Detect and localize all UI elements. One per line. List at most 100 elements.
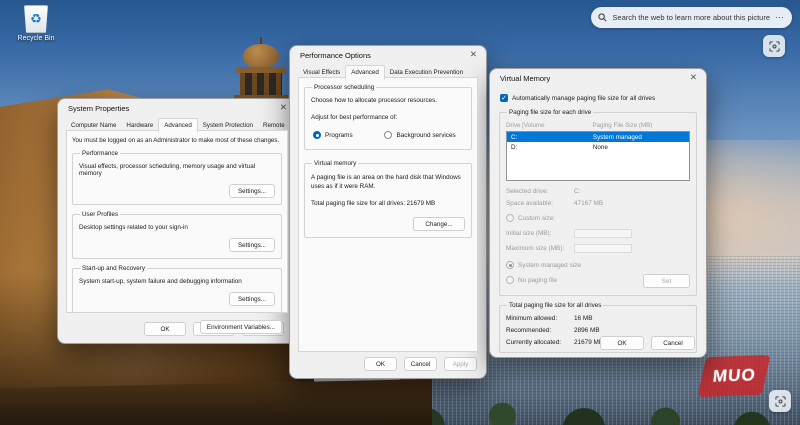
custom-size-label: Custom size: (518, 215, 555, 222)
user-profiles-group: User Profiles Desktop settings related t… (72, 214, 282, 259)
radio-custom-size[interactable]: Custom size: (506, 214, 555, 222)
recycle-glyph: ♻ (30, 13, 42, 26)
group-title: User Profiles (80, 211, 120, 218)
more-options-icon[interactable]: ⋯ (775, 13, 784, 22)
paging-file-desc: A paging file is an area on the hard dis… (311, 173, 465, 191)
spotlight-icon (775, 396, 786, 407)
dialog-title: Virtual Memory (500, 74, 550, 83)
group-title: Virtual memory (312, 160, 358, 167)
radio-programs-label: Programs (325, 132, 353, 139)
drive-letter: D: (511, 144, 593, 151)
recycle-bin-icon: ♻ (23, 5, 49, 33)
drive-row-d[interactable]: D: None (507, 142, 689, 152)
checkbox-checked-icon: ✓ (500, 94, 508, 102)
drive-list-header: Drive [Volume Paging File Size (MB) (506, 122, 690, 129)
paging-file-group: Paging file size for each drive Drive [V… (499, 112, 697, 296)
change-button[interactable]: Change... (413, 217, 465, 231)
drive-list[interactable]: C: System managed D: None (506, 131, 690, 181)
performance-settings-button[interactable]: Settings... (229, 184, 275, 198)
auto-manage-checkbox[interactable]: ✓ Automatically manage paging file size … (500, 94, 696, 102)
drive-paging-size: System managed (593, 134, 642, 141)
set-button[interactable]: Set (643, 274, 690, 288)
radio-dot (506, 261, 514, 269)
muo-logo: MUO (697, 355, 770, 397)
size-column-header: Paging File Size (MB) (592, 122, 652, 129)
group-title: Start-up and Recovery (80, 265, 147, 272)
currently-allocated-label: Currently allocated: (506, 339, 574, 346)
space-available-value: 47167 MB (574, 200, 603, 207)
dialog-buttons: OK Cancel (600, 336, 695, 350)
environment-variables-button[interactable]: Environment Variables... (200, 320, 282, 334)
user-profiles-settings-button[interactable]: Settings... (229, 238, 275, 252)
recycle-bin-label: Recycle Bin (10, 35, 62, 42)
performance-options-dialog: Performance Options ✕ Visual Effects Adv… (289, 45, 487, 379)
minimum-allowed-label: Minimum allowed: (506, 315, 574, 322)
admin-note: You must be logged on as an Administrato… (72, 137, 282, 144)
radio-dot (384, 131, 392, 139)
radio-programs[interactable]: Programs (313, 131, 384, 139)
close-icon[interactable]: ✕ (470, 50, 477, 59)
close-icon[interactable]: ✕ (690, 73, 697, 82)
drive-column-header: Drive [Volume (506, 122, 592, 129)
muo-logo-text: MUO (712, 365, 757, 386)
drive-paging-size: None (593, 144, 608, 151)
initial-size-label: Initial size (MB): (506, 230, 574, 237)
processor-scheduling-group: Processor scheduling Choose how to alloc… (304, 87, 472, 150)
close-icon[interactable]: ✕ (280, 103, 287, 112)
visual-search-icon (598, 13, 607, 22)
dialog-title: Performance Options (300, 51, 371, 60)
cancel-button[interactable]: Cancel (404, 357, 437, 371)
selected-drive-value: C: (574, 188, 580, 195)
radio-system-managed[interactable]: System managed size (506, 261, 581, 269)
radio-dot (506, 276, 514, 284)
currently-allocated-value: 21679 MB (574, 339, 603, 346)
spotlight-icon (769, 41, 780, 52)
apply-button[interactable]: Apply (444, 357, 477, 371)
no-paging-label: No paging file (518, 277, 557, 284)
minimum-allowed-value: 16 MB (574, 315, 592, 322)
system-properties-dialog: System Properties ✕ Computer Name Hardwa… (57, 98, 297, 344)
desktop: ♻ Recycle Bin Search the web to learn mo… (0, 0, 800, 425)
adjust-label: Adjust for best performance of: (311, 114, 465, 121)
advanced-tab-page: You must be logged on as an Administrato… (66, 130, 288, 313)
spotlight-search-pill[interactable]: Search the web to learn more about this … (591, 7, 792, 28)
spotlight-button-bottom[interactable] (769, 390, 791, 412)
startup-settings-button[interactable]: Settings... (229, 292, 275, 306)
radio-dot (506, 214, 514, 222)
virtual-memory-dialog: Virtual Memory ✕ ✓ Automatically manage … (489, 68, 707, 358)
radio-background-services[interactable]: Background services (384, 131, 455, 139)
tab-advanced[interactable]: Advanced (158, 118, 198, 133)
ok-button[interactable]: OK (600, 336, 644, 350)
total-paging-value: 21679 MB (406, 200, 435, 207)
spotlight-button-top[interactable] (763, 35, 785, 57)
radio-dot (313, 131, 321, 139)
auto-manage-label: Automatically manage paging file size fo… (512, 95, 655, 102)
startup-recovery-desc: System start-up, system failure and debu… (79, 278, 275, 285)
dialog-buttons: OK Cancel Apply (364, 357, 477, 371)
user-profiles-desc: Desktop settings related to your sign-in (79, 224, 275, 231)
drive-row-c[interactable]: C: System managed (507, 132, 689, 142)
radio-no-paging-file[interactable]: No paging file (506, 276, 557, 284)
cancel-button[interactable]: Cancel (651, 336, 695, 350)
group-title: Performance (80, 150, 120, 157)
spotlight-search-label: Search the web to learn more about this … (612, 13, 770, 22)
initial-size-input[interactable] (574, 229, 632, 238)
startup-recovery-group: Start-up and Recovery System start-up, s… (72, 268, 282, 313)
recommended-value: 2896 MB (574, 327, 600, 334)
tab-advanced[interactable]: Advanced (345, 65, 385, 80)
system-managed-label: System managed size (518, 262, 581, 269)
performance-desc: Visual effects, processor scheduling, me… (79, 163, 275, 177)
recommended-label: Recommended: (506, 327, 574, 334)
recycle-bin-shortcut[interactable]: ♻ Recycle Bin (10, 5, 62, 42)
maximum-size-input[interactable] (574, 244, 632, 253)
drive-letter: C: (511, 134, 593, 141)
performance-group: Performance Visual effects, processor sc… (72, 153, 282, 205)
ok-button[interactable]: OK (364, 357, 397, 371)
virtual-memory-group: Virtual memory A paging file is an area … (304, 163, 472, 238)
space-available-label: Space available: (506, 200, 574, 207)
maximum-size-label: Maximum size (MB): (506, 245, 574, 252)
total-paging-label: Total paging file size for all drives: (311, 200, 406, 207)
group-title: Paging file size for each drive (507, 109, 593, 116)
radio-background-label: Background services (396, 132, 455, 139)
selected-drive-label: Selected drive: (506, 188, 574, 195)
